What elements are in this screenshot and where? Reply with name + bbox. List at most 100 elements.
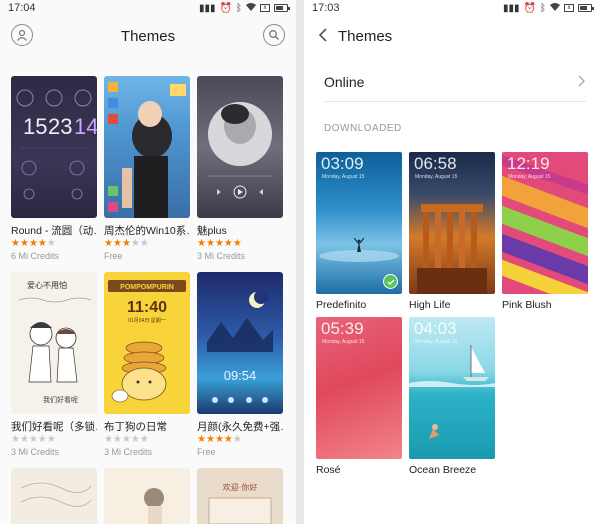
online-label: Online (324, 74, 365, 90)
star-icon: ★ (232, 238, 242, 249)
rating-stars: ★★★★★ (11, 434, 56, 445)
svg-text:15: 15 (23, 114, 47, 139)
theme-name: 布丁狗の日常 (104, 421, 167, 433)
theme-thumbnail[interactable] (104, 468, 190, 524)
theme-price: 3 Mi Credits (104, 447, 153, 457)
alarm-icon: ⏰ (523, 2, 536, 14)
lockscreen-date: Monday, August 15 (322, 339, 365, 345)
svg-text:09:54: 09:54 (224, 368, 257, 383)
app-header: Themes (0, 16, 296, 56)
star-icon: ★ (104, 238, 113, 249)
star-icon: ★ (28, 238, 38, 249)
star-icon: ★ (223, 238, 233, 249)
themes-store-screen: 17:04 ▮▮▮ ⏰ ᛒ x Themes 15 23 14 Round - … (0, 0, 296, 524)
theme-name: 月颜(永久免费+强… (197, 421, 283, 433)
rating-stars: ★★★★★ (11, 238, 56, 249)
theme-name: 魅plus (197, 225, 227, 237)
star-icon: ★ (223, 434, 233, 445)
star-icon: ★ (130, 434, 140, 445)
bluetooth-icon: ᛒ (236, 2, 242, 14)
signal-icon: ▮▮▮ (199, 2, 216, 14)
theme-thumbnail[interactable]: 04:03 Monday, August 15 (409, 317, 495, 459)
selected-check-icon (383, 274, 398, 289)
star-icon: ★ (28, 434, 38, 445)
status-time: 17:04 (8, 2, 36, 14)
star-icon: ★ (139, 434, 149, 445)
svg-text:14: 14 (74, 114, 97, 139)
lockscreen-date: Monday, August 15 (508, 174, 551, 180)
theme-thumbnail[interactable]: 05:39 Monday, August 15 (316, 317, 402, 459)
theme-name: Ocean Breeze (409, 464, 477, 476)
star-icon: ★ (197, 434, 206, 445)
back-button[interactable] (318, 28, 328, 47)
back-arrow-icon (318, 28, 327, 42)
theme-name: 周杰伦的Win10系… (104, 225, 190, 237)
star-icon: ★ (214, 434, 224, 445)
theme-thumbnail[interactable]: 09:54 (197, 272, 283, 414)
theme-thumbnail[interactable]: 03:09 Monday, August 15 (316, 152, 402, 294)
svg-text:11:40: 11:40 (127, 299, 167, 316)
star-icon: ★ (205, 238, 215, 249)
star-icon: ★ (205, 434, 215, 445)
theme-name: 我们好看呢（多锁… (11, 421, 97, 433)
star-icon: ★ (37, 434, 47, 445)
wifi-icon (246, 2, 256, 14)
theme-thumbnail[interactable]: 欢迎·你好 (197, 468, 283, 524)
theme-thumbnail[interactable]: 爱心不用怕 我们好看呢 (11, 272, 97, 414)
status-bar: 17:04 ▮▮▮ ⏰ ᛒ x (0, 0, 296, 16)
svg-text:爱心不用怕: 爱心不用怕 (27, 280, 67, 290)
star-icon: ★ (104, 434, 113, 445)
theme-thumbnail[interactable] (104, 76, 190, 218)
rating-stars: ★★★★★ (104, 238, 149, 249)
theme-thumbnail[interactable]: 15 23 14 (11, 76, 97, 218)
search-icon (269, 30, 279, 40)
rating-stars: ★★★★★ (197, 434, 242, 445)
lockscreen-time: 06:58 (414, 154, 457, 173)
section-header-downloaded: DOWNLOADED (324, 123, 402, 134)
star-icon: ★ (46, 238, 56, 249)
status-icons: ▮▮▮ ⏰ ᛒ x (503, 2, 594, 14)
svg-text:01月04日 星期一: 01月04日 星期一 (128, 318, 166, 324)
lockscreen-time: 12:19 (507, 154, 550, 173)
theme-thumbnail[interactable] (11, 468, 97, 524)
lockscreen-date: Monday, August 15 (415, 174, 458, 180)
app-header: Themes (304, 16, 600, 56)
lockscreen-date: Monday, August 15 (415, 339, 458, 345)
star-icon: ★ (139, 238, 149, 249)
lockscreen-time: 05:39 (321, 319, 364, 338)
svg-text:POMPOMPURIN: POMPOMPURIN (120, 284, 174, 291)
bluetooth-icon: ᛒ (540, 2, 546, 14)
theme-price: Free (104, 251, 123, 261)
theme-thumbnail[interactable] (197, 76, 283, 218)
online-themes-row[interactable]: Online (324, 62, 586, 102)
theme-thumbnail[interactable]: 06:58 Monday, August 15 (409, 152, 495, 294)
lockscreen-date: Monday, August 15 (322, 174, 365, 180)
star-icon: ★ (11, 434, 20, 445)
search-button[interactable] (263, 24, 285, 46)
rating-stars: ★★★★★ (197, 238, 242, 249)
star-icon: ★ (214, 238, 224, 249)
lockscreen-time: 04:03 (414, 319, 457, 338)
alarm-icon: ⏰ (219, 2, 232, 14)
theme-name: Round - 流圆（动… (11, 225, 97, 237)
star-icon: ★ (112, 434, 122, 445)
star-icon: ★ (19, 238, 29, 249)
theme-price: 3 Mi Credits (11, 447, 60, 457)
star-icon: ★ (197, 238, 206, 249)
page-title: Themes (120, 27, 176, 45)
my-themes-screen: 17:03 ▮▮▮ ⏰ ᛒ x Themes Online DOWNLOADED (304, 0, 600, 524)
sim-icon: x (260, 4, 270, 12)
page-title: Themes (338, 27, 393, 45)
theme-thumbnail[interactable]: POMPOMPURIN 11:40 01月04日 星期一 (104, 272, 190, 414)
rating-stars: ★★★★★ (104, 434, 149, 445)
theme-thumbnail[interactable]: 12:19 Monday, August 15 (502, 152, 588, 294)
svg-text:23: 23 (48, 114, 72, 139)
battery-icon (578, 4, 594, 12)
star-icon: ★ (130, 238, 140, 249)
star-icon: ★ (11, 238, 20, 249)
svg-text:我们好看呢: 我们好看呢 (43, 395, 78, 404)
star-icon: ★ (37, 238, 47, 249)
status-icons: ▮▮▮ ⏰ ᛒ x (199, 2, 290, 14)
star-icon: ★ (112, 238, 122, 249)
svg-text:欢迎·你好: 欢迎·你好 (223, 482, 258, 492)
